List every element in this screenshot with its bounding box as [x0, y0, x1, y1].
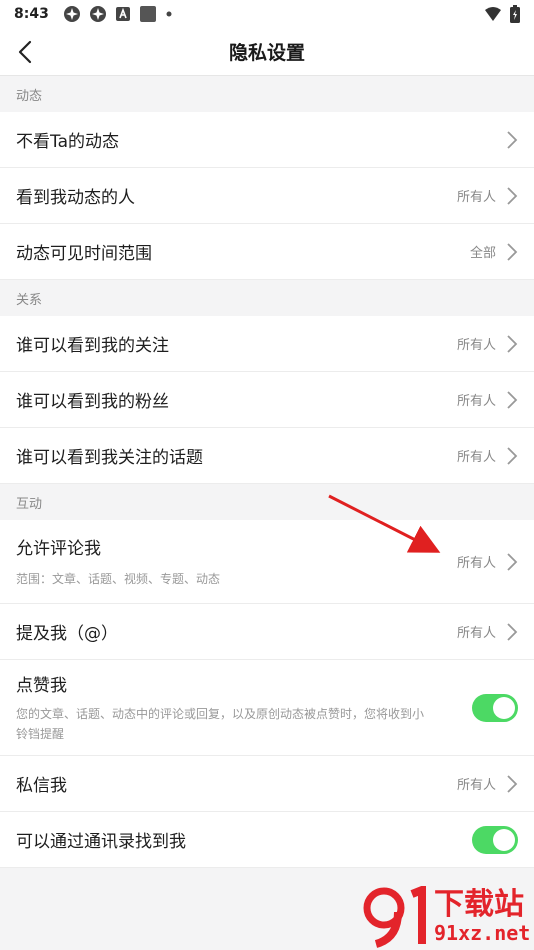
app-bar: 隐私设置	[0, 28, 534, 76]
chevron-right-icon	[507, 446, 518, 465]
section-header-interaction: 互动	[0, 484, 534, 520]
battery-icon	[510, 5, 520, 23]
row-value: 所有人	[456, 190, 496, 205]
row-label: 谁可以看到我的关注	[16, 336, 169, 356]
chevron-right-icon	[507, 774, 518, 793]
row-who-sees-my-following[interactable]: 谁可以看到我的关注 所有人	[0, 316, 534, 372]
app-notification-icon	[63, 6, 80, 22]
row-who-sees-my-fans[interactable]: 谁可以看到我的粉丝 所有人	[0, 372, 534, 428]
row-label: 私信我	[16, 776, 67, 796]
row-description: 您的文章、话题、动态中的评论或回复，以及原创动态被点赞时，您将收到小铃铛提醒	[16, 707, 425, 741]
row-find-by-contacts: 可以通过通讯录找到我	[0, 812, 534, 868]
dot-icon	[166, 11, 172, 17]
row-label: 谁可以看到我的粉丝	[16, 392, 169, 412]
toggle-knob	[493, 828, 515, 851]
row-value: 所有人	[456, 626, 496, 641]
row-value: 全部	[469, 246, 496, 261]
row-description: 范围：文章、话题、视频、专题、动态	[16, 572, 221, 586]
row-who-sees-my-feed[interactable]: 看到我动态的人 所有人	[0, 168, 534, 224]
page-title: 隐私设置	[228, 42, 305, 64]
row-value: 所有人	[456, 338, 496, 353]
row-label: 可以通过通讯录找到我	[16, 832, 186, 852]
row-label: 允许评论我	[16, 539, 101, 559]
status-time: 8:43	[14, 6, 49, 22]
row-mention-me[interactable]: 提及我（@） 所有人	[0, 604, 534, 660]
row-hide-their-feed[interactable]: 不看Ta的动态	[0, 112, 534, 168]
wifi-icon	[485, 7, 501, 21]
watermark-domain: 91xz.net	[434, 921, 531, 945]
chevron-right-icon	[507, 390, 518, 409]
row-value: 所有人	[456, 394, 496, 409]
section-header-feed: 动态	[0, 76, 534, 112]
row-private-message[interactable]: 私信我 所有人	[0, 756, 534, 812]
row-who-sees-my-topics[interactable]: 谁可以看到我关注的话题 所有人	[0, 428, 534, 484]
find-by-contacts-toggle[interactable]	[472, 825, 518, 854]
row-feed-visible-range[interactable]: 动态可见时间范围 全部	[0, 224, 534, 280]
chevron-right-icon	[507, 622, 518, 641]
status-bar: 8:43	[0, 0, 534, 28]
square-notification-icon	[139, 6, 156, 22]
app-notification-icon	[89, 6, 106, 22]
chevron-right-icon	[507, 186, 518, 205]
row-label: 谁可以看到我关注的话题	[16, 448, 203, 468]
chevron-right-icon	[507, 242, 518, 261]
row-label: 动态可见时间范围	[16, 244, 152, 264]
chevron-right-icon	[507, 130, 518, 149]
a-notification-icon	[115, 7, 130, 21]
watermark-logo: 下载站 91xz.net	[362, 884, 534, 950]
row-like-me: 点赞我 您的文章、话题、动态中的评论或回复，以及原创动态被点赞时，您将收到小铃铛…	[0, 660, 534, 756]
row-label: 不看Ta的动态	[16, 132, 119, 152]
watermark-title: 下载站	[434, 887, 524, 922]
row-label: 提及我（@）	[16, 624, 118, 644]
status-system-icons	[484, 5, 520, 23]
row-label: 点赞我	[16, 676, 67, 696]
row-value: 所有人	[456, 778, 496, 793]
row-allow-comments[interactable]: 允许评论我 范围：文章、话题、视频、专题、动态 所有人	[0, 520, 534, 604]
like-notify-toggle[interactable]	[472, 693, 518, 722]
row-label: 看到我动态的人	[16, 188, 135, 208]
section-header-relations: 关系	[0, 280, 534, 316]
chevron-right-icon	[507, 552, 518, 571]
toggle-knob	[493, 696, 515, 719]
chevron-right-icon	[507, 334, 518, 353]
row-value: 所有人	[456, 556, 496, 571]
row-value: 所有人	[456, 450, 496, 465]
watermark-91-logo-icon	[363, 886, 426, 948]
status-notification-icons	[63, 5, 173, 23]
back-arrow-icon[interactable]	[12, 38, 40, 66]
